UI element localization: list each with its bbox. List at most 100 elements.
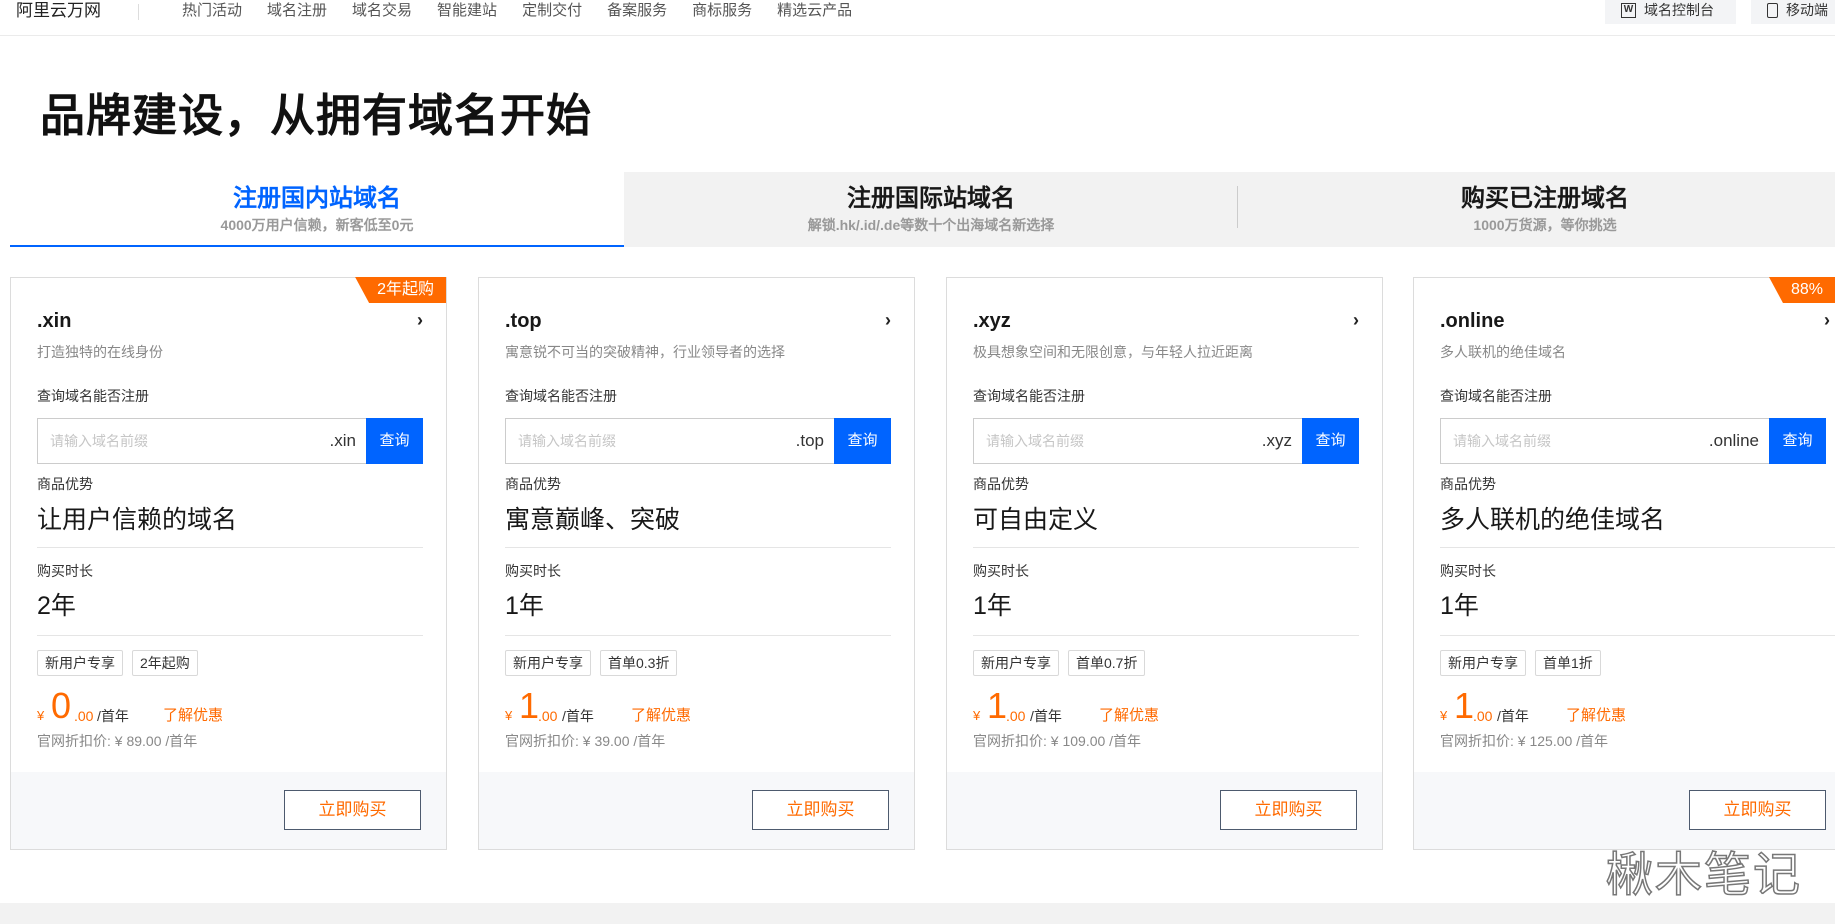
nav-item-custom-delivery[interactable]: 定制交付 [522,0,582,22]
divider [1440,635,1835,636]
divider [505,547,891,548]
mobile-button[interactable]: 移动端 [1751,0,1835,24]
price-unit: /首年 [562,708,594,724]
page-title: 品牌建设，从拥有域名开始 [40,90,593,141]
card-footer: 立即购买 [479,772,914,849]
card-tld: .xyz [973,310,1011,332]
currency-symbol: ¥ [1440,708,1448,723]
tag-new-user: 新用户专享 [1440,650,1526,676]
promo-link[interactable]: 了解优惠 [1099,707,1159,725]
query-label: 查询域名能否注册 [973,388,1085,404]
reference-price: 官网折扣价: ¥ 39.00 /首年 [505,733,666,749]
promo-link[interactable]: 了解优惠 [1566,707,1626,725]
tag-new-user: 新用户专享 [37,650,123,676]
buy-now-button[interactable]: 立即购买 [752,790,889,830]
price-decimal: .00 [1473,708,1493,724]
card-tld: .online [1440,310,1505,332]
tab-subtitle: 解锁.hk/.id/.de等数十个出海域名新选择 [807,217,1055,233]
advantage-label: 商品优势 [973,476,1029,492]
chevron-right-icon[interactable]: › [1353,308,1359,332]
tab-international-domain[interactable]: 注册国际站域名 解锁.hk/.id/.de等数十个出海域名新选择 [624,172,1238,247]
price-decimal: .00 [538,708,558,724]
nav-item-trademark[interactable]: 商标服务 [692,0,752,22]
chevron-right-icon[interactable]: › [885,308,891,332]
nav-item-domain-register[interactable]: 域名注册 [267,0,327,22]
price-decimal: .00 [1006,708,1026,724]
chevron-right-icon[interactable]: › [1824,308,1830,332]
tag-new-user: 新用户专享 [973,650,1059,676]
duration-label: 购买时长 [973,563,1029,579]
card-tld: .xin [37,310,72,332]
divider [37,547,423,548]
domain-card-xin: 2年起购 .xin › 打造独特的在线身份 查询域名能否注册 .xin 查询 商… [10,277,447,850]
domain-suffix: .xyz [1261,431,1292,450]
tag-list: 新用户专享 首单0.7折 [973,650,1154,676]
domain-prefix-input[interactable] [38,419,330,463]
duration-label: 购买时长 [505,563,561,579]
reference-price: 官网折扣价: ¥ 125.00 /首年 [1440,733,1609,749]
tag-list: 新用户专享 首单0.3折 [505,650,686,676]
domain-prefix-input[interactable] [506,419,796,463]
domain-search-box: .xyz 查询 [973,418,1359,464]
reference-price: 官网折扣价: ¥ 89.00 /首年 [37,733,198,749]
price-integer: 1 [519,685,540,726]
nav-item-cloud-products[interactable]: 精选云产品 [777,0,852,22]
nav-item-domain-trade[interactable]: 域名交易 [352,0,412,22]
price-unit: /首年 [1030,708,1062,724]
query-button[interactable]: 查询 [1302,418,1359,464]
query-label: 查询域名能否注册 [1440,388,1552,404]
domain-prefix-input[interactable] [1441,419,1709,463]
domain-card-top: .top › 寓意锐不可当的突破精神，行业领导者的选择 查询域名能否注册 .to… [478,277,915,850]
domain-console-button[interactable]: W 域名控制台 [1605,0,1736,24]
price-integer: 1 [987,685,1008,726]
advantage-text: 可自由定义 [973,506,1099,534]
bottom-strip [0,903,1835,924]
tab-title: 购买已注册域名 [1461,185,1629,212]
tag-offer: 首单1折 [1535,650,1601,676]
nav-item-icp-filing[interactable]: 备案服务 [607,0,667,22]
card-footer: 立即购买 [11,772,446,849]
currency-symbol: ¥ [37,708,45,723]
buy-now-button[interactable]: 立即购买 [284,790,421,830]
top-nav: 阿里云万网 热门活动 域名注册 域名交易 智能建站 定制交付 备案服务 商标服务… [0,0,1835,36]
divider [973,635,1359,636]
tag-offer: 2年起购 [132,650,198,676]
buy-now-button[interactable]: 立即购买 [1689,790,1826,830]
tab-domestic-domain[interactable]: 注册国内站域名 4000万用户信赖，新客低至0元 [10,172,624,247]
mobile-label: 移动端 [1786,2,1828,18]
promo-link[interactable]: 了解优惠 [163,707,223,725]
tab-subtitle: 4000万用户信赖，新客低至0元 [220,217,414,233]
nav-item-hot-activities[interactable]: 热门活动 [182,0,242,22]
price-unit: /首年 [1497,708,1529,724]
promo-link[interactable]: 了解优惠 [631,707,691,725]
buy-now-button[interactable]: 立即购买 [1220,790,1357,830]
advantage-text: 多人联机的绝佳域名 [1440,506,1666,534]
domain-search-box: .top 查询 [505,418,891,464]
card-description: 极具想象空间和无限创意，与年轻人拉近距离 [973,344,1253,360]
domain-suffix: .xin [329,431,356,450]
advantage-label: 商品优势 [37,476,93,492]
domain-prefix-input[interactable] [974,419,1262,463]
tab-buy-registered-domain[interactable]: 购买已注册域名 1000万货源，等你挑选 [1238,172,1835,247]
tab-subtitle: 1000万货源，等你挑选 [1473,217,1617,233]
card-description: 多人联机的绝佳域名 [1440,344,1566,360]
domain-search-box: .xin 查询 [37,418,423,464]
divider [505,635,891,636]
reference-price: 官网折扣价: ¥ 109.00 /首年 [973,733,1142,749]
domain-console-label: 域名控制台 [1644,2,1714,18]
query-button[interactable]: 查询 [1769,418,1826,464]
advantage-text: 让用户信赖的域名 [37,506,238,534]
domain-search-box: .online 查询 [1440,418,1826,464]
domain-card-xyz: .xyz › 极具想象空间和无限创意，与年轻人拉近距离 查询域名能否注册 .xy… [946,277,1383,850]
nav-item-smart-site[interactable]: 智能建站 [437,0,497,22]
duration-value: 1年 [1440,592,1479,620]
query-button[interactable]: 查询 [366,418,423,464]
divider [973,547,1359,548]
card-footer: 立即购买 [1414,772,1835,849]
domain-suffix: .online [1708,431,1759,450]
brand-logo[interactable]: 阿里云万网 [16,0,101,22]
chevron-right-icon[interactable]: › [417,308,423,332]
card-badge: 2年起购 [355,277,446,303]
query-button[interactable]: 查询 [834,418,891,464]
tab-title: 注册国内站域名 [233,185,401,212]
